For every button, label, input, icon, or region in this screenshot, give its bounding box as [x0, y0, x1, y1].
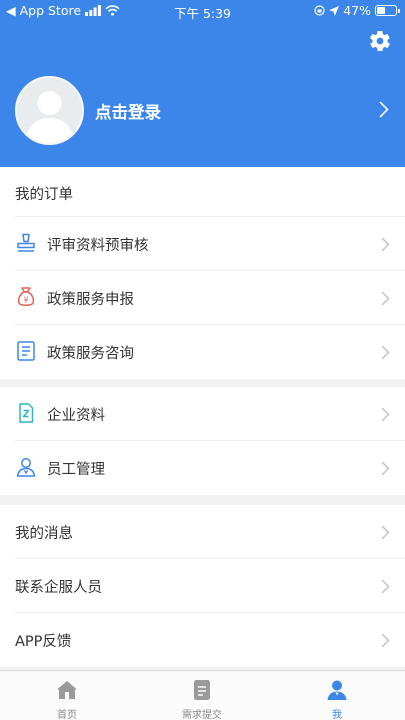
orders-header: 我的订单	[0, 167, 405, 217]
list-item-employee-management[interactable]: 员工管理	[0, 441, 405, 495]
battery-level	[377, 7, 386, 14]
tab-bar: 首页 需求提交 我	[0, 670, 405, 720]
chevron-right-icon	[381, 407, 390, 422]
list-item-contact-service[interactable]: 联系企服人员	[0, 559, 405, 613]
orders-section: 我的订单 评审资料预审核 ¥ 政策服务申报 政策服务咨询	[0, 167, 405, 379]
list-item-app-feedback[interactable]: APP反馈	[0, 613, 405, 667]
chevron-right-icon	[381, 579, 390, 594]
submit-document-icon	[194, 680, 210, 700]
chevron-right-icon	[381, 633, 390, 648]
list-item-my-messages[interactable]: 我的消息	[0, 505, 405, 559]
list-item-policy-consult[interactable]: 政策服务咨询	[0, 325, 405, 379]
battery-percent: 47%	[343, 3, 371, 18]
chevron-right-icon	[381, 345, 390, 360]
misc-section: 我的消息 联系企服人员 APP反馈	[0, 505, 405, 667]
list-item-company-info[interactable]: 企业资料	[0, 387, 405, 441]
avatar[interactable]	[15, 76, 84, 145]
list-item-label: 政策服务申报	[47, 292, 134, 308]
status-bar: ◀ App Store 下午 5:39 47%	[0, 0, 405, 22]
list-item-label: 企业资料	[47, 408, 105, 424]
section-title-orders: 我的订单	[15, 187, 73, 203]
chevron-right-icon	[381, 525, 390, 540]
user-icon	[327, 680, 347, 700]
chevron-right-icon	[381, 461, 390, 476]
tab-label: 首页	[57, 710, 77, 720]
location-arrow-icon	[329, 5, 340, 16]
login-link[interactable]: 点击登录	[95, 99, 161, 123]
list-item-review-precheck[interactable]: 评审资料预审核	[0, 217, 405, 271]
document-list-icon	[17, 341, 35, 361]
profile-header: ◀ App Store 下午 5:39 47% 点击登录	[0, 0, 405, 167]
tab-me[interactable]: 我	[297, 671, 377, 720]
list-item-label: 评审资料预审核	[47, 238, 149, 254]
employee-icon	[16, 458, 36, 477]
gear-icon[interactable]	[368, 29, 392, 53]
home-icon	[57, 681, 77, 699]
tab-label: 我	[332, 710, 342, 720]
orientation-lock-icon	[314, 5, 325, 16]
company-file-icon	[19, 403, 34, 423]
default-avatar-icon	[25, 91, 74, 143]
svg-text:¥: ¥	[23, 295, 28, 304]
tab-submit-request[interactable]: 需求提交	[162, 671, 242, 720]
company-section: 企业资料 员工管理	[0, 387, 405, 495]
list-item-label: 政策服务咨询	[47, 346, 134, 362]
chevron-right-icon	[381, 291, 390, 306]
stamp-icon	[17, 233, 35, 252]
money-bag-icon: ¥	[17, 287, 35, 306]
tab-label: 需求提交	[182, 710, 222, 720]
chevron-right-icon[interactable]	[379, 101, 389, 118]
chevron-right-icon	[381, 237, 390, 252]
battery-icon	[375, 5, 400, 16]
list-item-label: 我的消息	[15, 526, 73, 542]
list-item-label: APP反馈	[15, 634, 72, 650]
list-item-label: 联系企服人员	[15, 580, 102, 596]
list-item-label: 员工管理	[47, 462, 105, 478]
list-item-policy-application[interactable]: ¥ 政策服务申报	[0, 271, 405, 325]
tab-home[interactable]: 首页	[27, 671, 107, 720]
